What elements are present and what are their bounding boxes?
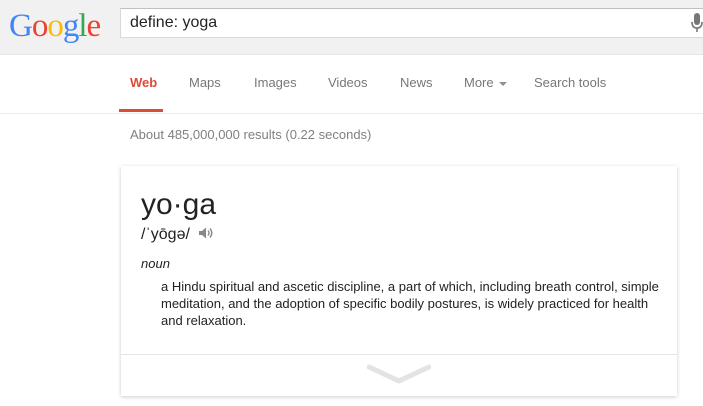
part-of-speech: noun bbox=[141, 256, 170, 271]
microphone-icon[interactable] bbox=[691, 13, 703, 33]
definition-card: yo·ga /ˈyōgə/ noun a Hindu spiritual and… bbox=[121, 166, 677, 396]
search-nav: Web Maps Images Videos News More Search … bbox=[0, 55, 703, 114]
card-divider bbox=[121, 354, 677, 355]
tab-search-tools[interactable]: Search tools bbox=[534, 75, 606, 90]
google-logo[interactable]: Google bbox=[9, 6, 102, 46]
search-box[interactable] bbox=[120, 8, 703, 38]
tab-more[interactable]: More bbox=[464, 75, 507, 90]
logo-letter: o bbox=[31, 8, 48, 44]
caret-down-icon bbox=[498, 81, 507, 86]
logo-letter: G bbox=[9, 8, 33, 44]
pronunciation: /ˈyōgə/ bbox=[141, 226, 190, 243]
chevron-down-icon[interactable] bbox=[367, 364, 431, 386]
logo-letter: g bbox=[62, 8, 79, 44]
active-tab-indicator bbox=[119, 109, 163, 112]
tab-more-label: More bbox=[464, 75, 494, 90]
logo-letter: o bbox=[47, 8, 63, 44]
definition-word: yo·ga bbox=[141, 188, 217, 221]
definition-text: a Hindu spiritual and ascetic discipline… bbox=[161, 279, 659, 328]
tab-maps[interactable]: Maps bbox=[189, 75, 221, 90]
tab-images[interactable]: Images bbox=[254, 75, 297, 90]
search-input[interactable] bbox=[130, 12, 670, 34]
tab-news[interactable]: News bbox=[400, 75, 433, 90]
tab-web[interactable]: Web bbox=[130, 75, 157, 90]
pronunciation-row: /ˈyōgə/ bbox=[141, 225, 214, 245]
tab-videos[interactable]: Videos bbox=[328, 75, 368, 90]
result-stats: About 485,000,000 results (0.22 seconds) bbox=[130, 127, 372, 142]
logo-letter: l bbox=[78, 8, 87, 44]
speaker-icon[interactable] bbox=[198, 226, 214, 240]
top-bar: Google bbox=[0, 0, 703, 55]
logo-letter: e bbox=[86, 8, 102, 44]
